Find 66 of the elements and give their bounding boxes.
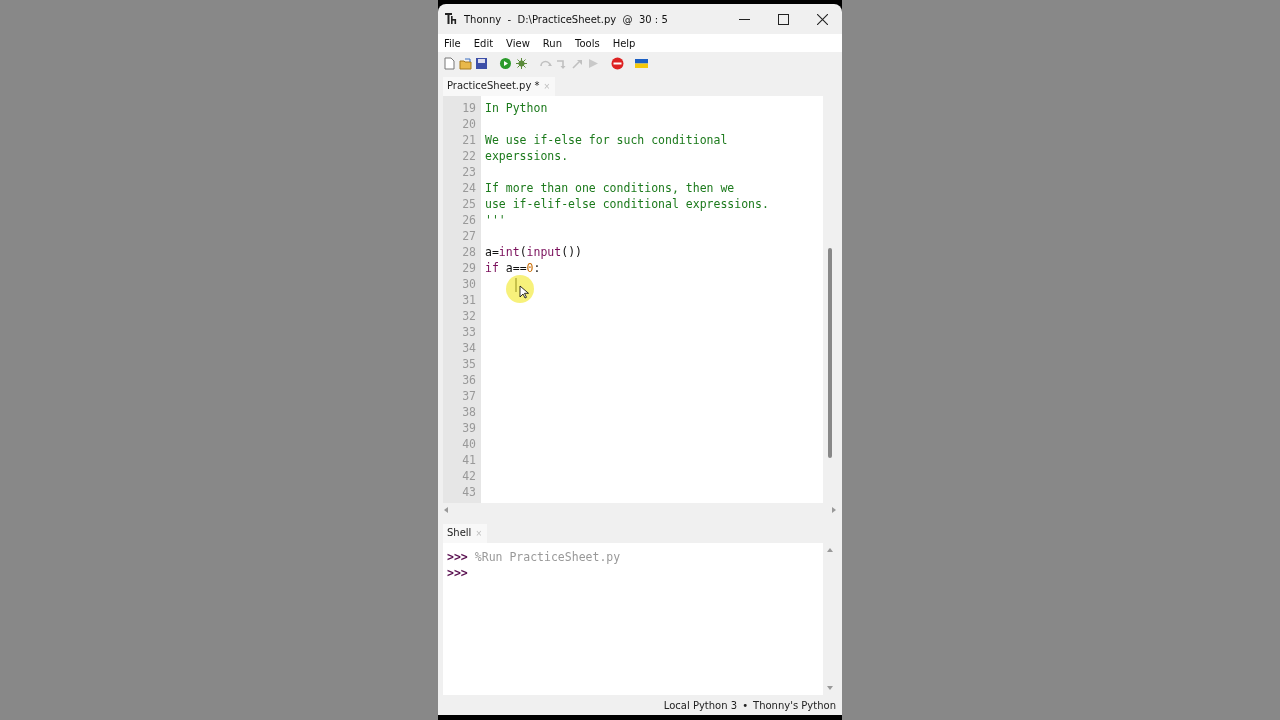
line-number: 22 xyxy=(461,148,476,164)
save-icon[interactable] xyxy=(475,56,488,70)
window-title: Thonny - D:\PracticeSheet.py @ 30 : 5 xyxy=(464,13,668,25)
line-number: 25 xyxy=(461,196,476,212)
run-icon[interactable] xyxy=(499,56,512,70)
line-number: 26 xyxy=(461,212,476,228)
code-line: experssions. xyxy=(485,148,569,164)
line-number: 29 xyxy=(461,260,476,276)
code-editor[interactable] xyxy=(443,96,837,503)
line-number: 21 xyxy=(461,132,476,148)
close-icon[interactable] xyxy=(817,13,828,25)
file-tab[interactable]: PracticeSheet.py * × xyxy=(443,77,556,96)
shell-prompt: >>> xyxy=(447,550,468,564)
line-number: 39 xyxy=(461,420,476,436)
code-line: if a==0: xyxy=(485,260,541,276)
line-number: 36 xyxy=(461,372,476,388)
code-line: a=int(input()) xyxy=(485,244,582,260)
menu-item[interactable]: View xyxy=(506,37,530,49)
mouse-pointer-icon xyxy=(505,274,535,304)
ukraine-flag-icon[interactable] xyxy=(635,56,648,70)
line-number: 32 xyxy=(461,308,476,324)
line-number: 37 xyxy=(461,388,476,404)
line-number: 19 xyxy=(461,100,476,116)
line-number: 41 xyxy=(461,452,476,468)
line-number: 28 xyxy=(461,244,476,260)
interpreter-name[interactable]: Thonny's Python xyxy=(753,699,836,711)
folder-icon[interactable] xyxy=(459,56,472,70)
interpreter-label[interactable]: Local Python 3 xyxy=(663,699,738,711)
line-number: 20 xyxy=(461,116,476,132)
line-number: 30 xyxy=(461,276,476,292)
shell-command: %Run PracticeSheet.py xyxy=(474,550,621,564)
code-line: ''' xyxy=(485,212,506,228)
maximize-icon[interactable] xyxy=(778,13,789,25)
line-number: 38 xyxy=(461,404,476,420)
scroll-right-icon[interactable] xyxy=(831,507,837,513)
code-line: We use if-else for such conditional xyxy=(485,132,728,148)
line-number: 42 xyxy=(461,468,476,484)
line-number: 31 xyxy=(461,292,476,308)
line-number: 24 xyxy=(461,180,476,196)
menu-item[interactable]: Edit xyxy=(473,37,494,49)
new-file-icon[interactable] xyxy=(443,56,456,70)
shell-console[interactable]: >>> %Run PracticeSheet.py >>> xyxy=(443,543,837,695)
scroll-up-icon[interactable] xyxy=(827,547,833,553)
line-number: 34 xyxy=(461,340,476,356)
menu-item[interactable]: Run xyxy=(542,37,563,49)
menu-item[interactable]: Help xyxy=(612,37,636,49)
stop-sign-icon[interactable] xyxy=(611,56,624,70)
code-line: use if-elif-else conditional expressions. xyxy=(485,196,769,212)
line-number: 35 xyxy=(461,356,476,372)
file-tab[interactable]: Shell × xyxy=(443,524,488,543)
line-number: 40 xyxy=(461,436,476,452)
bug-icon[interactable] xyxy=(515,56,528,70)
status-separator: • xyxy=(742,699,749,711)
scroll-down-icon[interactable] xyxy=(827,685,833,691)
menu-item[interactable]: Tools xyxy=(575,37,600,49)
shell-prompt: >>> xyxy=(447,566,468,580)
scrollbar-thumb[interactable] xyxy=(828,248,832,458)
line-number: 27 xyxy=(461,228,476,244)
app-logo-icon xyxy=(445,13,459,25)
code-line: In Python xyxy=(485,100,548,116)
line-number: 23 xyxy=(461,164,476,180)
code-line: If more than one conditions, then we xyxy=(485,180,735,196)
menu-item[interactable]: File xyxy=(444,37,461,49)
line-number: 33 xyxy=(461,324,476,340)
scroll-left-icon[interactable] xyxy=(443,507,449,513)
line-number: 43 xyxy=(461,484,476,500)
